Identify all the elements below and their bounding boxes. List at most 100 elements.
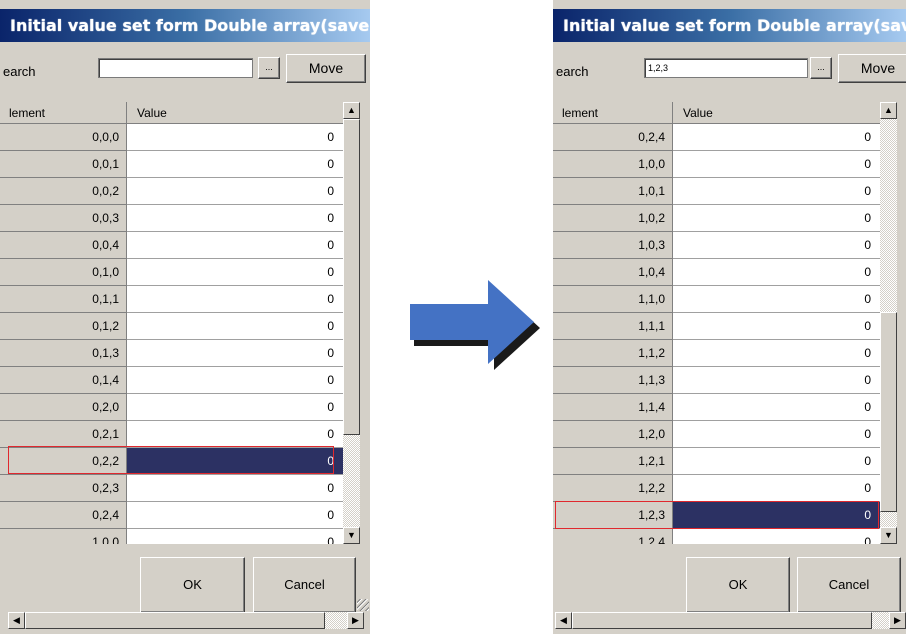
table-row[interactable]: 1,0,0 0: [553, 151, 880, 178]
value-cell[interactable]: 0: [127, 232, 343, 259]
table-row[interactable]: 1,2,4 0: [553, 529, 880, 544]
scroll-left-button[interactable]: ◀: [555, 612, 572, 629]
search-input[interactable]: 1,2,3: [644, 58, 808, 78]
table-row[interactable]: 1,2,3 0: [553, 502, 880, 529]
column-header-value[interactable]: Value: [673, 102, 880, 124]
table-row[interactable]: 0,0,4 0: [0, 232, 343, 259]
column-header-value[interactable]: Value: [127, 102, 343, 124]
scroll-right-button[interactable]: ▶: [889, 612, 906, 629]
value-cell[interactable]: 0: [127, 394, 343, 421]
horizontal-scrollbar[interactable]: ◀ ▶: [555, 612, 906, 629]
value-cell[interactable]: 0: [673, 340, 880, 367]
scroll-up-button[interactable]: ▲: [880, 102, 897, 119]
value-cell[interactable]: 0: [127, 340, 343, 367]
value-cell[interactable]: 0: [127, 124, 343, 151]
scroll-right-button[interactable]: ▶: [347, 612, 364, 629]
table-row[interactable]: 0,1,1 0: [0, 286, 343, 313]
value-cell[interactable]: 0: [127, 178, 343, 205]
table-row[interactable]: 1,1,2 0: [553, 340, 880, 367]
element-cell: 0,2,2: [0, 448, 127, 475]
value-cell[interactable]: 0: [673, 529, 880, 544]
value-cell[interactable]: 0: [673, 178, 880, 205]
table-row[interactable]: 1,0,4 0: [553, 259, 880, 286]
table-row[interactable]: 1,1,1 0: [553, 313, 880, 340]
table-row[interactable]: 0,0,0 0: [0, 124, 343, 151]
dialog-after: Initial value set form Double array(save…: [553, 0, 906, 634]
value-cell[interactable]: 0: [127, 529, 343, 544]
browse-button[interactable]: ...: [810, 57, 832, 79]
vertical-scrollbar[interactable]: ▲ ▼: [880, 102, 897, 544]
value-cell[interactable]: 0: [127, 286, 343, 313]
value-cell[interactable]: 0: [673, 232, 880, 259]
resize-grip-icon[interactable]: [357, 599, 369, 611]
table-row[interactable]: 1,2,0 0: [553, 421, 880, 448]
value-cell[interactable]: 0: [673, 124, 880, 151]
table-row[interactable]: 1,0,3 0: [553, 232, 880, 259]
value-cell[interactable]: 0: [673, 205, 880, 232]
value-cell[interactable]: 0: [127, 151, 343, 178]
value-cell[interactable]: 0: [127, 475, 343, 502]
value-cell[interactable]: 0: [127, 421, 343, 448]
table-row[interactable]: 0,2,4 0: [0, 502, 343, 529]
ok-button[interactable]: OK: [140, 557, 245, 613]
table-row[interactable]: 0,0,3 0: [0, 205, 343, 232]
table-row[interactable]: 0,2,2 0: [0, 448, 343, 475]
cancel-button[interactable]: Cancel: [253, 557, 356, 613]
table-row[interactable]: 1,2,1 0: [553, 448, 880, 475]
table-row[interactable]: 1,1,3 0: [553, 367, 880, 394]
value-cell[interactable]: 0: [673, 448, 880, 475]
table-row[interactable]: 0,2,3 0: [0, 475, 343, 502]
search-input[interactable]: [98, 58, 253, 78]
table-row[interactable]: 0,0,1 0: [0, 151, 343, 178]
ok-button[interactable]: OK: [686, 557, 790, 613]
value-cell[interactable]: 0: [127, 502, 343, 529]
value-cell[interactable]: 0: [673, 502, 880, 529]
value-cell[interactable]: 0: [673, 313, 880, 340]
scroll-left-button[interactable]: ◀: [8, 612, 25, 629]
value-cell[interactable]: 0: [673, 151, 880, 178]
h-scroll-thumb[interactable]: [572, 612, 872, 629]
value-cell[interactable]: 0: [673, 367, 880, 394]
scroll-down-button[interactable]: ▼: [343, 527, 360, 544]
column-header-element[interactable]: lement: [0, 102, 127, 124]
h-scroll-thumb[interactable]: [25, 612, 325, 629]
scroll-down-button[interactable]: ▼: [880, 527, 897, 544]
browse-button[interactable]: ...: [258, 57, 280, 79]
table-row[interactable]: 1,0,2 0: [553, 205, 880, 232]
table-row[interactable]: 1,0,1 0: [553, 178, 880, 205]
element-cell: 0,1,4: [0, 367, 127, 394]
value-cell[interactable]: 0: [673, 394, 880, 421]
table-row[interactable]: 1,2,2 0: [553, 475, 880, 502]
vertical-scrollbar[interactable]: ▲ ▼: [343, 102, 360, 544]
move-button[interactable]: Move: [286, 54, 366, 83]
value-cell[interactable]: 0: [127, 367, 343, 394]
value-cell[interactable]: 0: [673, 259, 880, 286]
table-row[interactable]: 1,1,0 0: [553, 286, 880, 313]
value-cell[interactable]: 0: [127, 313, 343, 340]
table-row[interactable]: 1,1,4 0: [553, 394, 880, 421]
value-cell[interactable]: 0: [673, 421, 880, 448]
table-row[interactable]: 0,1,4 0: [0, 367, 343, 394]
table-row[interactable]: 0,0,2 0: [0, 178, 343, 205]
scroll-thumb[interactable]: [343, 119, 360, 435]
title-bar: Initial value set form Double array(save…: [0, 9, 370, 42]
column-header-element[interactable]: lement: [553, 102, 673, 124]
scroll-up-button[interactable]: ▲: [343, 102, 360, 119]
value-cell[interactable]: 0: [127, 448, 343, 475]
value-cell[interactable]: 0: [127, 205, 343, 232]
table-row[interactable]: 0,2,1 0: [0, 421, 343, 448]
horizontal-scrollbar[interactable]: ◀ ▶: [8, 612, 364, 629]
table-row[interactable]: 0,1,2 0: [0, 313, 343, 340]
table-row[interactable]: 0,2,0 0: [0, 394, 343, 421]
search-label: earch: [556, 64, 589, 79]
move-button[interactable]: Move: [838, 54, 906, 83]
cancel-button[interactable]: Cancel: [797, 557, 901, 613]
value-cell[interactable]: 0: [127, 259, 343, 286]
value-cell[interactable]: 0: [673, 475, 880, 502]
table-row[interactable]: 0,1,3 0: [0, 340, 343, 367]
value-cell[interactable]: 0: [673, 286, 880, 313]
table-row[interactable]: 1,0,0 0: [0, 529, 343, 544]
scroll-thumb[interactable]: [880, 312, 897, 512]
table-row[interactable]: 0,2,4 0: [553, 124, 880, 151]
table-row[interactable]: 0,1,0 0: [0, 259, 343, 286]
